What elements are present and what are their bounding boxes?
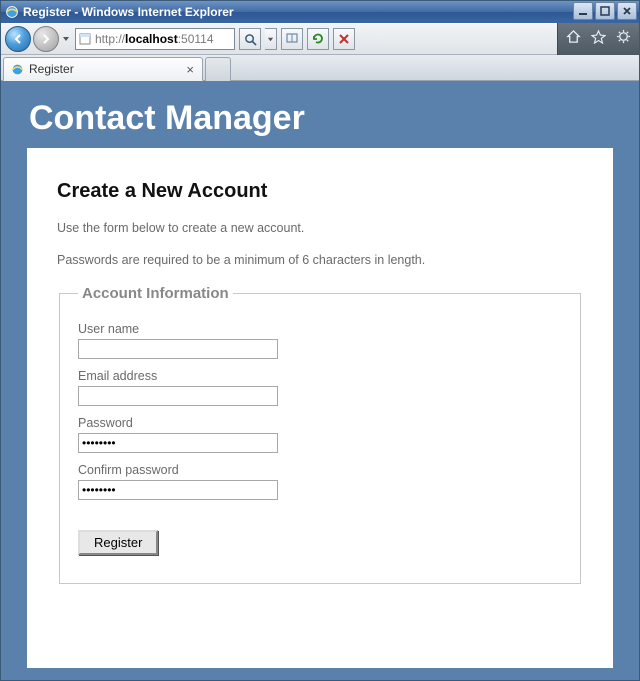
home-icon[interactable]: [566, 29, 581, 49]
url-scheme: http://: [95, 32, 125, 46]
minimize-button[interactable]: [573, 2, 593, 20]
account-information-fieldset: Account Information User name Email addr…: [59, 285, 581, 584]
navigation-toolbar: http://localhost:50114: [1, 23, 639, 55]
favorites-icon[interactable]: [591, 29, 606, 49]
window-controls: [573, 2, 637, 20]
submit-row: Register: [78, 530, 562, 555]
back-button[interactable]: [5, 26, 31, 52]
browser-window: Register - Windows Internet Explorer: [0, 0, 640, 681]
email-label: Email address: [78, 369, 562, 383]
page-heading: Create a New Account: [57, 180, 583, 203]
page-icon: [78, 32, 92, 46]
password-input[interactable]: [78, 433, 278, 453]
register-button[interactable]: Register: [78, 530, 158, 555]
compat-view-button[interactable]: [281, 28, 303, 50]
address-url: http://localhost:50114: [95, 32, 214, 46]
site-title: Contact Manager: [29, 99, 619, 138]
email-input[interactable]: [78, 386, 278, 406]
page-body: Contact Manager Create a New Account Use…: [1, 81, 639, 668]
password-row: Password: [78, 416, 562, 453]
forward-button[interactable]: [33, 26, 59, 52]
tab-close-button[interactable]: ×: [184, 62, 196, 77]
stop-button[interactable]: [333, 28, 355, 50]
username-row: User name: [78, 322, 562, 359]
tab-register[interactable]: Register ×: [3, 57, 203, 81]
ie-logo-icon: [5, 5, 19, 19]
username-label: User name: [78, 322, 562, 336]
tab-strip: Register ×: [1, 55, 639, 81]
tools-icon[interactable]: [616, 29, 631, 49]
window-titlebar: Register - Windows Internet Explorer: [1, 1, 639, 23]
nav-history-dropdown[interactable]: [61, 27, 71, 51]
content-card: Create a New Account Use the form below …: [27, 148, 613, 668]
ie-tab-icon: [10, 62, 24, 76]
address-bar[interactable]: http://localhost:50114: [75, 28, 235, 50]
refresh-button[interactable]: [307, 28, 329, 50]
tab-label: Register: [29, 62, 74, 76]
confirm-password-input[interactable]: [78, 480, 278, 500]
maximize-button[interactable]: [595, 2, 615, 20]
url-port: :50114: [178, 32, 214, 46]
search-button[interactable]: [239, 28, 261, 50]
nav-back-forward: [5, 26, 71, 52]
new-tab-button[interactable]: [205, 57, 231, 81]
email-row: Email address: [78, 369, 562, 406]
site-header: Contact Manager: [1, 81, 639, 148]
command-bar: [557, 23, 639, 55]
close-button[interactable]: [617, 2, 637, 20]
password-label: Password: [78, 416, 562, 430]
intro-text-2: Passwords are required to be a minimum o…: [57, 253, 583, 267]
fieldset-legend: Account Information: [78, 285, 233, 302]
intro-text-1: Use the form below to create a new accou…: [57, 221, 583, 235]
window-title: Register - Windows Internet Explorer: [23, 5, 234, 19]
page-viewport: Contact Manager Create a New Account Use…: [1, 81, 639, 680]
confirm-password-label: Confirm password: [78, 463, 562, 477]
confirm-password-row: Confirm password: [78, 463, 562, 500]
username-input[interactable]: [78, 339, 278, 359]
search-dropdown[interactable]: [265, 28, 277, 50]
url-host: localhost: [125, 32, 178, 46]
